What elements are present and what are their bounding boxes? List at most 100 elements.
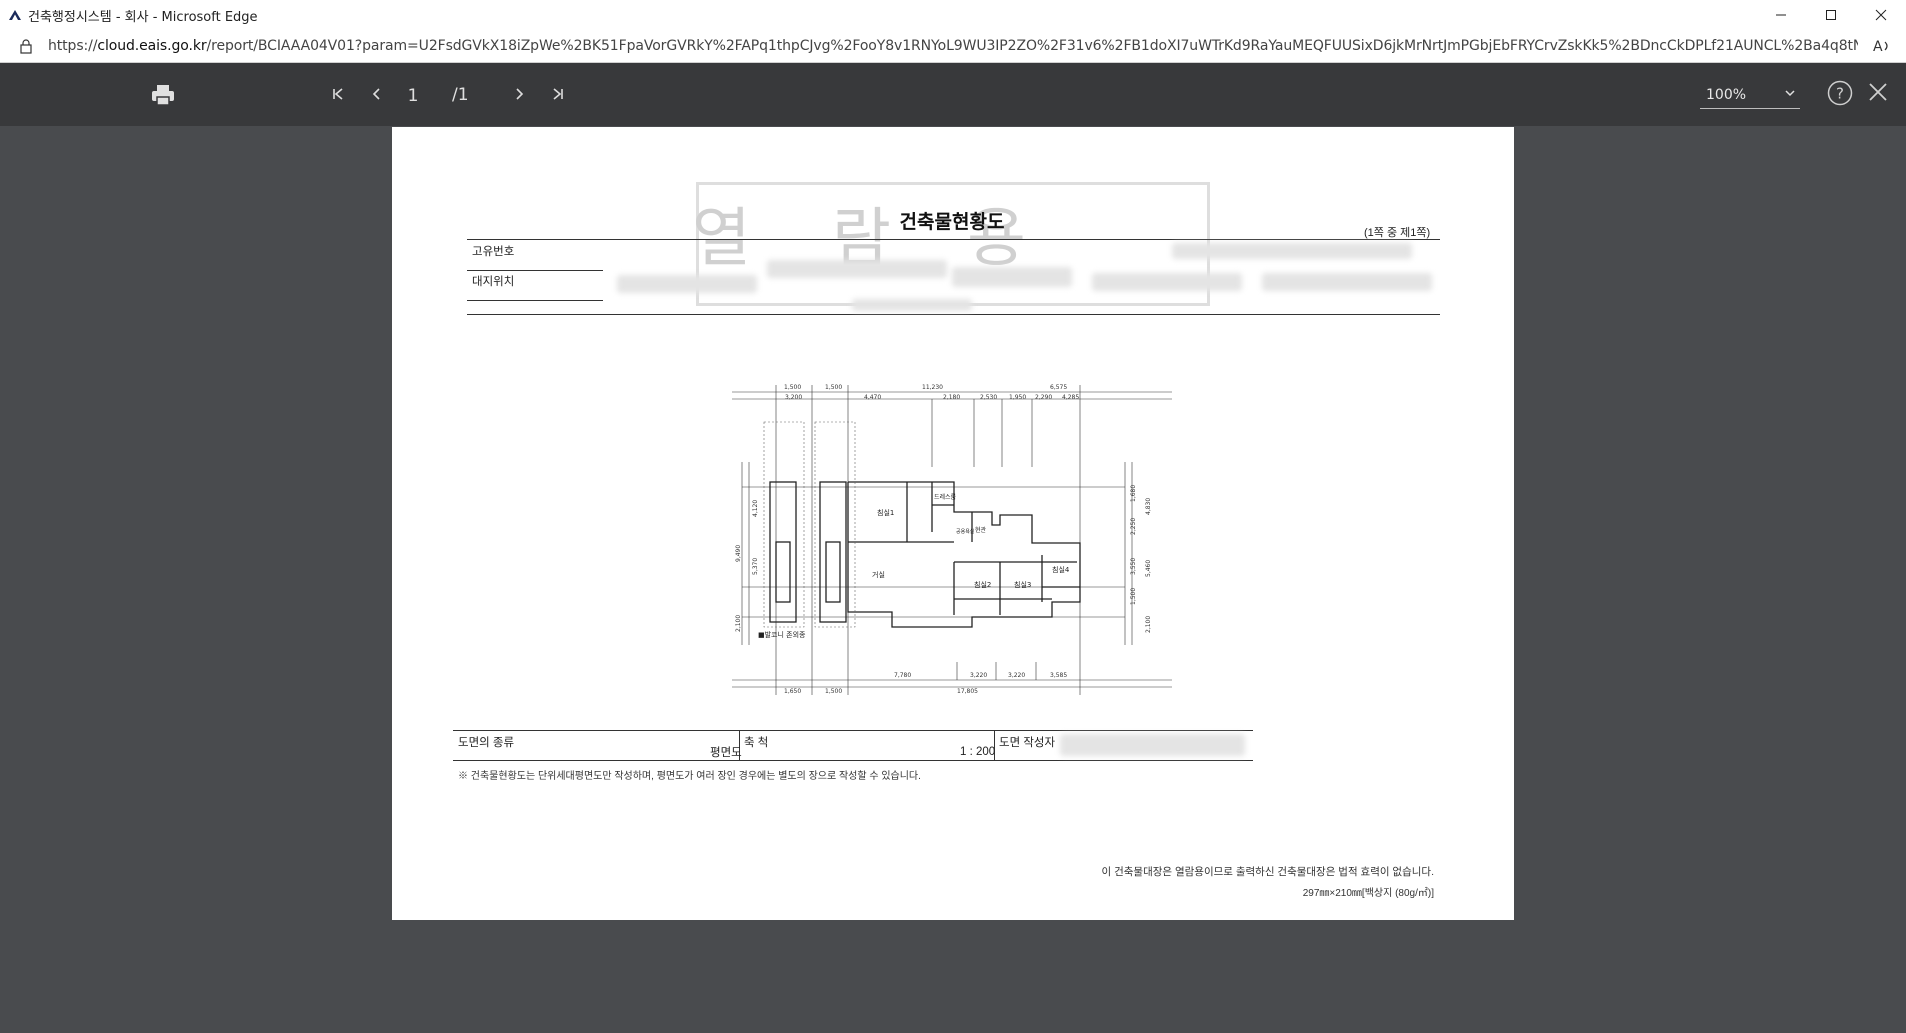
dim-label: 3,585 — [1050, 672, 1067, 679]
page-total: /1 — [452, 85, 469, 105]
next-page-button[interactable] — [512, 85, 528, 103]
dim-label: 4,120 — [752, 500, 759, 517]
footer-notice: 이 건축물대장은 열람용이므로 출력하신 건축물대장은 법적 효력이 없습니다. — [1101, 866, 1434, 878]
redacted-field — [852, 299, 972, 311]
footer-paper-spec: 297㎜×210㎜[백상지 (80g/㎡)] — [1302, 888, 1434, 899]
dim-label: 2,530 — [980, 394, 997, 401]
dim-label: 3,220 — [1008, 672, 1025, 679]
divider — [467, 314, 1440, 315]
last-page-button[interactable] — [550, 85, 566, 103]
lock-icon — [20, 39, 32, 54]
dim-label: 1,500 — [825, 688, 842, 695]
prev-page-button[interactable] — [368, 85, 384, 103]
scale-value: 1 : 200 — [960, 746, 996, 758]
dim-label: 2,290 — [1035, 394, 1052, 401]
label-site-location: 대지위치 — [472, 276, 515, 288]
dim-label: 3,550 — [1130, 558, 1137, 575]
dim-label: 4,470 — [864, 394, 881, 401]
dim-label: 7,780 — [894, 672, 911, 679]
plan-label-room3: 침실3 — [1014, 580, 1031, 589]
plan-label-dress: 드레스룸 — [934, 493, 957, 501]
plan-label-living: 거실 — [872, 570, 885, 579]
redacted-field — [1060, 734, 1245, 756]
page-of-label: (1쪽 중 제1쪽) — [1364, 227, 1431, 239]
redacted-field — [767, 260, 947, 278]
plan-label-entry: 현관 — [975, 526, 987, 534]
minimize-button[interactable] — [1756, 0, 1806, 30]
dim-label: 17,805 — [957, 688, 978, 695]
redacted-field — [952, 267, 1072, 287]
dim-label: 3,200 — [785, 394, 802, 401]
window-controls — [1756, 0, 1906, 30]
url-rest: /report/BCIAAA04V01?param=U2FsdGVkX18iZp… — [206, 38, 1859, 54]
app-logo-icon — [6, 6, 24, 24]
svg-text:?: ? — [1836, 85, 1844, 103]
maximize-button[interactable] — [1806, 0, 1856, 30]
redacted-field — [1092, 273, 1242, 291]
dim-label: 11,230 — [922, 384, 943, 391]
document-note: ※ 건축물현황도는 단위세대평면도만 작성하며, 평면도가 여러 장인 경우에는… — [458, 771, 921, 782]
svg-text:A: A — [1873, 39, 1883, 55]
dim-label: 2,250 — [1130, 518, 1137, 535]
dim-label: 5,460 — [1145, 560, 1152, 577]
plan-label-room2: 침실2 — [974, 580, 991, 589]
plan-label-bath: 공용욕실 — [956, 528, 975, 535]
dim-label: 9,490 — [735, 545, 742, 562]
floor-plan-drawing: 침실1 거실 침실2 침실3 침실4 드레스룸 현관 공용욕실 ■발코니 존외종… — [732, 384, 1172, 695]
dim-label: 1,680 — [1130, 485, 1137, 502]
close-icon — [1869, 83, 1887, 101]
dim-label: 2,100 — [1145, 616, 1152, 633]
dim-label: 1,500 — [825, 384, 842, 391]
plan-label-room1: 침실1 — [877, 508, 894, 517]
dim-label: 2,100 — [735, 615, 742, 632]
dim-label: 1,500 — [784, 384, 801, 391]
dim-label: 6,575 — [1050, 384, 1067, 391]
read-aloud-icon[interactable]: A — [1872, 36, 1892, 56]
redacted-field — [1172, 243, 1412, 259]
dim-label: 1,500 — [1130, 588, 1137, 605]
help-button[interactable]: ? — [1826, 79, 1854, 107]
window-titlebar: 건축행정시스템 - 회사 - Microsoft Edge — [0, 0, 1906, 30]
close-window-icon — [1875, 9, 1887, 21]
zoom-select[interactable]: 100% — [1700, 82, 1800, 109]
first-page-icon — [333, 88, 343, 100]
address-bar[interactable]: https://cloud.eais.go.kr/report/BCIAAA04… — [0, 30, 1906, 63]
watermark-char: 열 — [692, 202, 751, 276]
dim-label: 2,180 — [943, 394, 960, 401]
label-scale: 축 척 — [744, 737, 769, 749]
document-page: 열 람 용 건축물현황도 (1쪽 중 제1쪽) 고유번호 대지위치 침실1 거실… — [392, 127, 1514, 920]
maximize-icon — [1826, 10, 1836, 20]
print-icon — [152, 85, 174, 106]
dim-label: 1,650 — [784, 688, 801, 695]
minimize-icon — [1776, 14, 1786, 16]
next-page-icon — [516, 88, 524, 100]
drawing-type-value: 평면도 — [710, 747, 742, 759]
dim-label: 4,285 — [1062, 394, 1079, 401]
document-title: 건축물현황도 — [899, 212, 1005, 233]
help-icon: ? — [1827, 80, 1853, 106]
zoom-value: 100% — [1706, 87, 1747, 103]
divider — [467, 270, 603, 271]
label-unique-no: 고유번호 — [472, 246, 515, 258]
label-drawing-author: 도면 작성자 — [999, 737, 1056, 749]
dim-label: 3,220 — [970, 672, 987, 679]
close-viewer-button[interactable] — [1866, 80, 1890, 104]
window-title: 건축행정시스템 - 회사 - Microsoft Edge — [28, 9, 258, 25]
dim-label: 5,370 — [752, 558, 759, 575]
close-window-button[interactable] — [1856, 0, 1906, 30]
plan-label-balcony: ■발코니 존외종 — [758, 630, 806, 639]
dim-label: 1,950 — [1009, 394, 1026, 401]
url-host: cloud.eais.go.kr — [97, 38, 207, 54]
redacted-field — [617, 275, 757, 293]
divider — [453, 730, 1253, 731]
label-drawing-type: 도면의 종류 — [458, 737, 515, 749]
first-page-button[interactable] — [330, 85, 346, 103]
dim-label: 4,830 — [1145, 498, 1152, 515]
url-prefix: https:// — [48, 38, 98, 54]
prev-page-icon — [372, 88, 380, 100]
print-button[interactable] — [150, 83, 176, 107]
url-text[interactable]: https://cloud.eais.go.kr/report/BCIAAA04… — [48, 38, 1858, 54]
divider — [467, 300, 603, 301]
page-number-input[interactable] — [396, 85, 430, 107]
plan-label-room4: 침실4 — [1052, 565, 1070, 574]
